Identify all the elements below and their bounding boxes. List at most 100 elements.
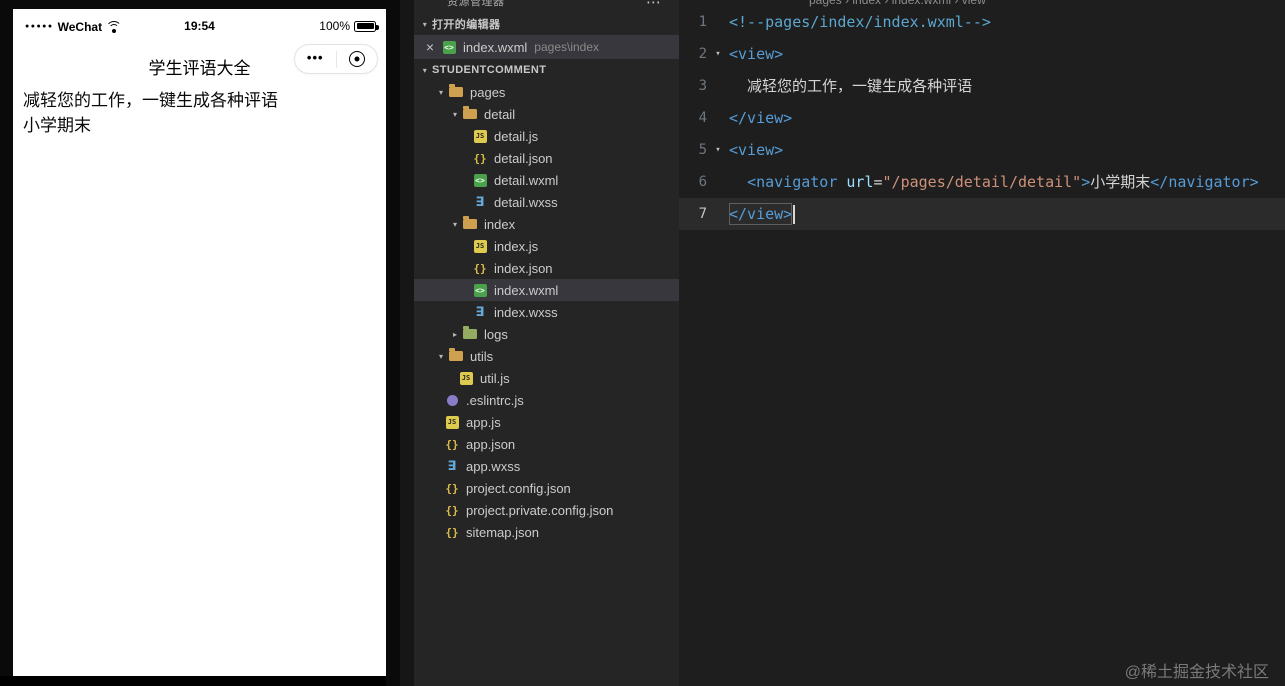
file-label: pages bbox=[470, 84, 506, 100]
token-tag: <navigator bbox=[747, 173, 838, 191]
file-label: project.config.json bbox=[466, 480, 571, 496]
folder-icon bbox=[463, 106, 477, 119]
eslint-icon bbox=[446, 394, 458, 406]
token-attr: url bbox=[846, 173, 874, 191]
tree-item-logs[interactable]: ▸ logs bbox=[414, 323, 679, 345]
mini-program-body: 减轻您的工作，一键生成各种评语 小学期末 bbox=[23, 88, 378, 138]
code-lines: 1 <!--pages/index/index.wxml--> 2 ▾ <view> 3 … bbox=[679, 0, 1285, 230]
json-file-icon: {} bbox=[444, 436, 460, 452]
code-line-4[interactable]: 4 </view> bbox=[679, 102, 1285, 134]
wxml-icon: <> bbox=[442, 40, 456, 54]
tree-item-app.json[interactable]: {} app.json bbox=[414, 433, 679, 455]
file-label: index.wxml bbox=[494, 282, 559, 298]
folder-icon bbox=[448, 348, 464, 364]
phone-status-bar: ●●●●● WeChat 19:54 100% bbox=[13, 17, 386, 37]
tree-item-index[interactable]: ▾ index bbox=[414, 213, 679, 235]
wxss-icon: ∃ bbox=[475, 194, 485, 210]
js-file-icon: JS bbox=[472, 238, 488, 254]
wxss-file-icon: ∃ bbox=[444, 458, 460, 474]
home-icon bbox=[348, 51, 365, 67]
code-line-6[interactable]: 6 <navigator url = "/pages/detail/detail" >… bbox=[679, 166, 1285, 198]
file-label: utils bbox=[470, 348, 494, 364]
text-cursor bbox=[793, 204, 796, 224]
chevron-down-icon: ▾ bbox=[422, 65, 428, 75]
status-right: 100% bbox=[319, 19, 379, 33]
wxml-icon: <> bbox=[473, 283, 487, 297]
home-button[interactable] bbox=[337, 45, 378, 73]
project-name-label: STUDENTCOMMENT bbox=[432, 64, 547, 76]
eslint-file-icon bbox=[444, 392, 460, 408]
file-label: detail.wxss bbox=[494, 194, 558, 210]
json-icon: {} bbox=[473, 151, 487, 165]
file-label: app.json bbox=[466, 436, 516, 452]
tree-item-.eslintrc.js[interactable]: .eslintrc.js bbox=[414, 389, 679, 411]
project-header[interactable]: ▾ STUDENTCOMMENT bbox=[414, 59, 679, 81]
more-button[interactable]: ••• bbox=[295, 45, 336, 73]
js-icon: JS bbox=[459, 371, 473, 385]
wxss-icon: ∃ bbox=[475, 304, 485, 320]
more-actions-icon[interactable]: ⋯ bbox=[646, 0, 661, 11]
tree-item-index.js[interactable]: JS index.js bbox=[414, 235, 679, 257]
json-file-icon: {} bbox=[444, 480, 460, 496]
file-label: app.wxss bbox=[466, 458, 521, 474]
folder-icon bbox=[462, 106, 478, 122]
fold-chevron-icon[interactable]: ▾ bbox=[707, 134, 729, 166]
tree-item-app.js[interactable]: JS app.js bbox=[414, 411, 679, 433]
line-number: 5 bbox=[698, 142, 707, 158]
tree-item-index.wxml[interactable]: <> index.wxml bbox=[414, 279, 679, 301]
js-icon: JS bbox=[473, 129, 487, 143]
tree-item-detail.json[interactable]: {} detail.json bbox=[414, 147, 679, 169]
tree-item-sitemap.json[interactable]: {} sitemap.json bbox=[414, 521, 679, 543]
close-icon[interactable]: × bbox=[422, 39, 438, 55]
folder-icon bbox=[448, 84, 464, 100]
phone-screen: ●●●●● WeChat 19:54 100% 学生评语大全 ••• 减轻您的工… bbox=[13, 9, 386, 676]
json-file-icon: {} bbox=[444, 502, 460, 518]
file-label: detail.js bbox=[494, 128, 539, 144]
folder-icon bbox=[449, 84, 463, 97]
more-dots-icon: ••• bbox=[306, 49, 324, 65]
fold-chevron-icon[interactable]: ▾ bbox=[707, 38, 729, 70]
folder-icon bbox=[462, 326, 478, 342]
wxss-file-icon: ∃ bbox=[472, 304, 488, 320]
token-tag: </navigator> bbox=[1150, 173, 1259, 191]
code-editor[interactable]: pages › index › index.wxml › view 1 <!--p… bbox=[679, 0, 1285, 686]
chevron-down-icon: ▾ bbox=[452, 109, 457, 119]
js-icon: JS bbox=[473, 239, 487, 253]
token-tag: <view> bbox=[729, 141, 784, 159]
explorer-titlebar: 资源管理器 ⋯ bbox=[414, 0, 679, 13]
tree-item-index.wxss[interactable]: ∃ index.wxss bbox=[414, 301, 679, 323]
json-icon: {} bbox=[445, 525, 459, 539]
open-editor-item[interactable]: × <> index.wxml pages\index bbox=[414, 35, 679, 59]
tree-item-detail.wxss[interactable]: ∃ detail.wxss bbox=[414, 191, 679, 213]
tree-item-pages[interactable]: ▾ pages bbox=[414, 81, 679, 103]
code-line-2[interactable]: 2 ▾ <view> bbox=[679, 38, 1285, 70]
tree-item-detail.js[interactable]: JS detail.js bbox=[414, 125, 679, 147]
token-tag: </view> bbox=[729, 109, 793, 127]
line-number: 2 bbox=[698, 46, 707, 62]
tree-item-detail.wxml[interactable]: <> detail.wxml bbox=[414, 169, 679, 191]
line-number: 1 bbox=[698, 14, 707, 30]
chevron-down-icon: ▾ bbox=[438, 351, 443, 361]
open-editor-file-name: index.wxml bbox=[463, 39, 528, 55]
tree-item-util.js[interactable]: JS util.js bbox=[414, 367, 679, 389]
tree-item-index.json[interactable]: {} index.json bbox=[414, 257, 679, 279]
file-label: index.wxss bbox=[494, 304, 558, 320]
tree-item-app.wxss[interactable]: ∃ app.wxss bbox=[414, 455, 679, 477]
file-label: project.private.config.json bbox=[466, 502, 614, 518]
tree-item-project.config.json[interactable]: {} project.config.json bbox=[414, 477, 679, 499]
js-file-icon: JS bbox=[444, 414, 460, 430]
open-editors-header[interactable]: ▾ 打开的编辑器 bbox=[414, 13, 679, 35]
code-line-5[interactable]: 5 ▾ <view> bbox=[679, 134, 1285, 166]
navigator-link[interactable]: 小学期末 bbox=[23, 113, 378, 138]
file-label: .eslintrc.js bbox=[466, 392, 524, 408]
wxss-icon: ∃ bbox=[447, 458, 457, 474]
code-line-1[interactable]: 1 <!--pages/index/index.wxml--> bbox=[679, 6, 1285, 38]
tree-item-utils[interactable]: ▾ utils bbox=[414, 345, 679, 367]
file-label: index bbox=[484, 216, 516, 232]
tree-item-detail[interactable]: ▾ detail bbox=[414, 103, 679, 125]
tree-item-project.private.config.json[interactable]: {} project.private.config.json bbox=[414, 499, 679, 521]
folder-icon bbox=[463, 326, 477, 339]
code-line-7[interactable]: 7 </view> bbox=[679, 198, 1285, 230]
code-line-3[interactable]: 3 减轻您的工作，一键生成各种评语 bbox=[679, 70, 1285, 102]
